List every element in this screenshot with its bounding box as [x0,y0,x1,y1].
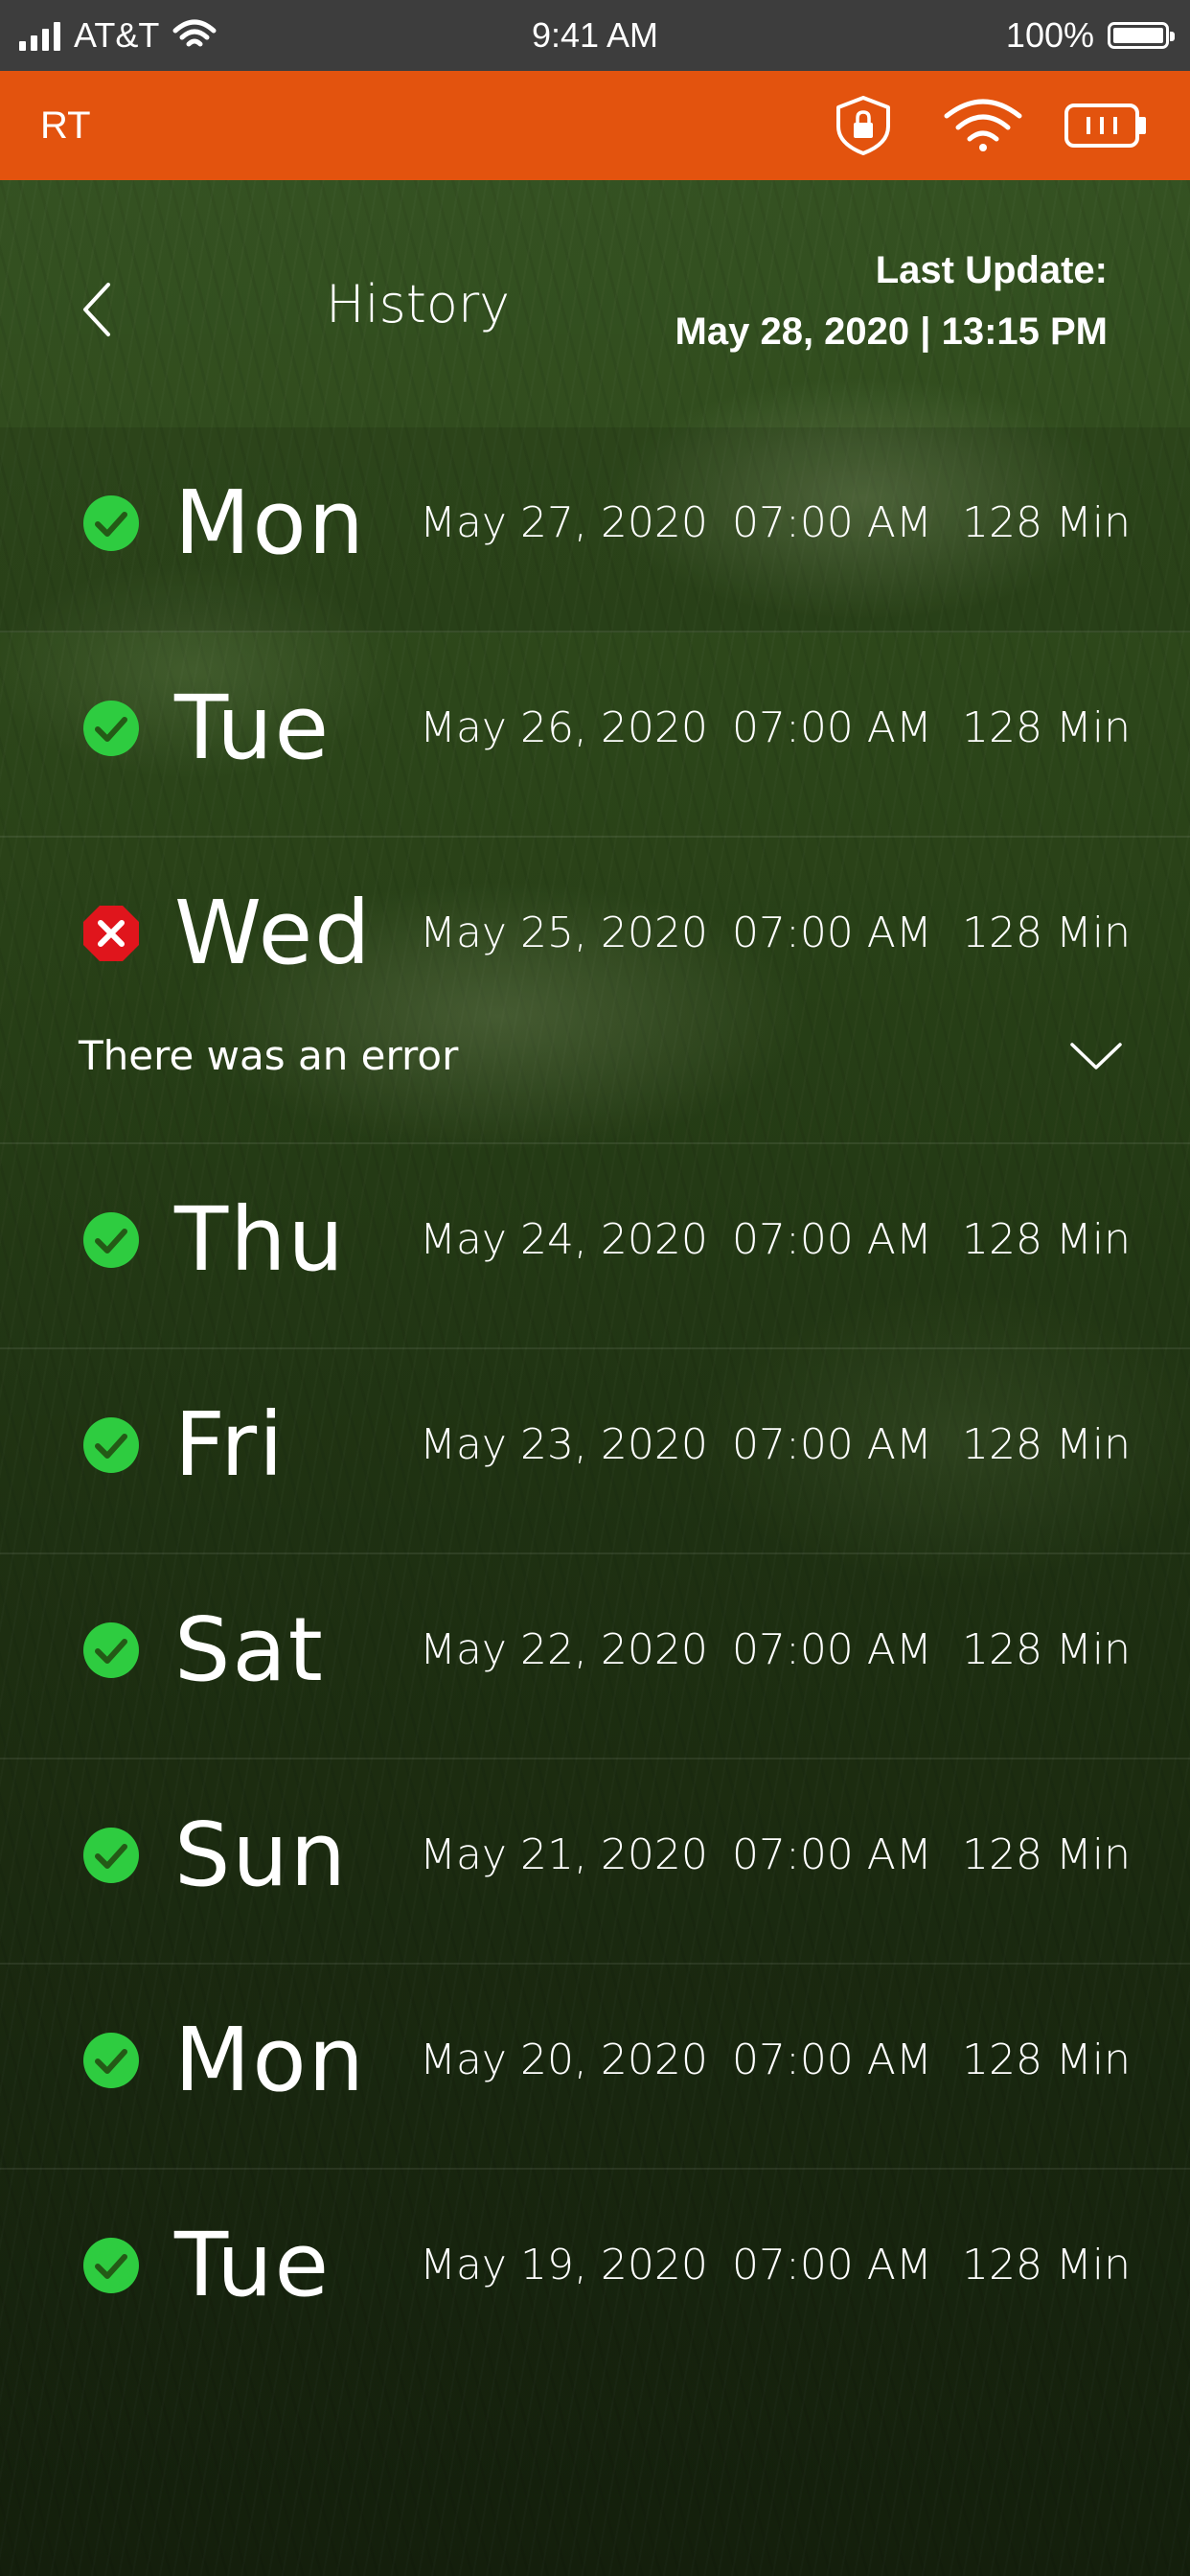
row-duration: 128 Min [961,2241,1131,2289]
chevron-down-icon [1070,1043,1122,1070]
status-bar-left: AT&T [19,0,217,71]
back-button[interactable] [67,271,125,348]
row-date: May 20, 2020 [420,2036,708,2084]
history-row[interactable]: Mon May 20, 2020 07:00 AM 128 Min [0,1965,1190,2170]
row-duration: 128 Min [961,908,1131,957]
carrier-label: AT&T [74,15,160,55]
history-row[interactable]: Tue May 26, 2020 07:00 AM 128 Min [0,632,1190,838]
check-circle-icon [83,701,139,756]
row-date: May 26, 2020 [420,703,708,752]
wifi-icon[interactable] [943,94,1023,157]
page-title: History [326,274,511,334]
row-duration: 128 Min [961,703,1131,752]
check-circle-icon [83,1417,139,1473]
check-circle-icon [83,1622,139,1678]
row-duration: 128 Min [961,1625,1131,1674]
history-list: Mon May 27, 2020 07:00 AM 128 Min Tue Ma… [0,427,1190,2373]
history-row-error[interactable]: Wed May 25, 2020 07:00 AM 128 Min There … [0,838,1190,1144]
row-duration: 128 Min [961,498,1131,547]
battery-status-icon [1108,22,1175,49]
row-time: 07:00 AM [732,1830,932,1879]
app-title: RT [40,104,91,147]
row-date: May 23, 2020 [420,1420,708,1469]
row-duration: 128 Min [961,2036,1131,2084]
row-time: 07:00 AM [732,1625,932,1674]
row-time: 07:00 AM [732,1420,932,1469]
row-day: Tue [174,677,332,779]
history-row[interactable]: Sun May 21, 2020 07:00 AM 128 Min [0,1760,1190,1965]
error-message: There was an error [79,1032,459,1079]
row-day: Thu [174,1188,346,1291]
row-day: Fri [174,1393,286,1496]
row-time: 07:00 AM [732,908,932,957]
wifi-status-icon [172,19,217,47]
row-day: Mon [174,2009,366,2111]
cellular-signal-icon [19,20,60,51]
check-circle-icon [83,1212,139,1268]
row-date: May 22, 2020 [420,1625,708,1674]
row-day: Tue [174,2214,332,2316]
row-date: May 27, 2020 [420,498,708,547]
chevron-left-icon [83,283,110,336]
battery-icon[interactable] [1064,94,1150,157]
check-circle-icon [83,2238,139,2293]
check-circle-icon [83,1828,139,1883]
row-date: May 21, 2020 [420,1830,708,1879]
last-update-label: Last Update: [875,249,1108,291]
expand-toggle[interactable] [1067,1027,1125,1085]
history-row[interactable]: Fri May 23, 2020 07:00 AM 128 Min [0,1349,1190,1554]
history-row[interactable]: Thu May 24, 2020 07:00 AM 128 Min [0,1144,1190,1349]
row-duration: 128 Min [961,1830,1131,1879]
row-time: 07:00 AM [732,703,932,752]
history-header: History Last Update: May 28, 2020 | 13:1… [0,180,1190,427]
row-day: Sat [174,1598,325,1701]
row-day: Wed [174,882,373,984]
status-bar-right: 100% [1005,0,1175,71]
history-row[interactable]: Mon May 27, 2020 07:00 AM 128 Min [0,427,1190,632]
battery-percent: 100% [1005,15,1094,55]
row-time: 07:00 AM [732,498,932,547]
history-row[interactable]: Sat May 22, 2020 07:00 AM 128 Min [0,1554,1190,1760]
row-date: May 19, 2020 [420,2241,708,2289]
row-date: May 25, 2020 [420,908,708,957]
row-time: 07:00 AM [732,2036,932,2084]
row-day: Mon [174,472,366,574]
check-circle-icon [83,495,139,551]
row-time: 07:00 AM [732,1215,932,1264]
row-time: 07:00 AM [732,2241,932,2289]
row-duration: 128 Min [961,1420,1131,1469]
shield-lock-icon[interactable] [830,94,897,157]
status-bar: AT&T 9:41 AM 100% [0,0,1190,71]
row-date: May 24, 2020 [420,1215,708,1264]
check-circle-icon [83,2033,139,2088]
app-bar: RT [0,71,1190,180]
row-day: Sun [174,1804,349,1906]
last-update-value: May 28, 2020 | 13:15 PM [675,310,1108,353]
error-octagon-icon [83,906,139,961]
history-row[interactable]: Tue May 19, 2020 07:00 AM 128 Min [0,2170,1190,2373]
row-duration: 128 Min [961,1215,1131,1264]
